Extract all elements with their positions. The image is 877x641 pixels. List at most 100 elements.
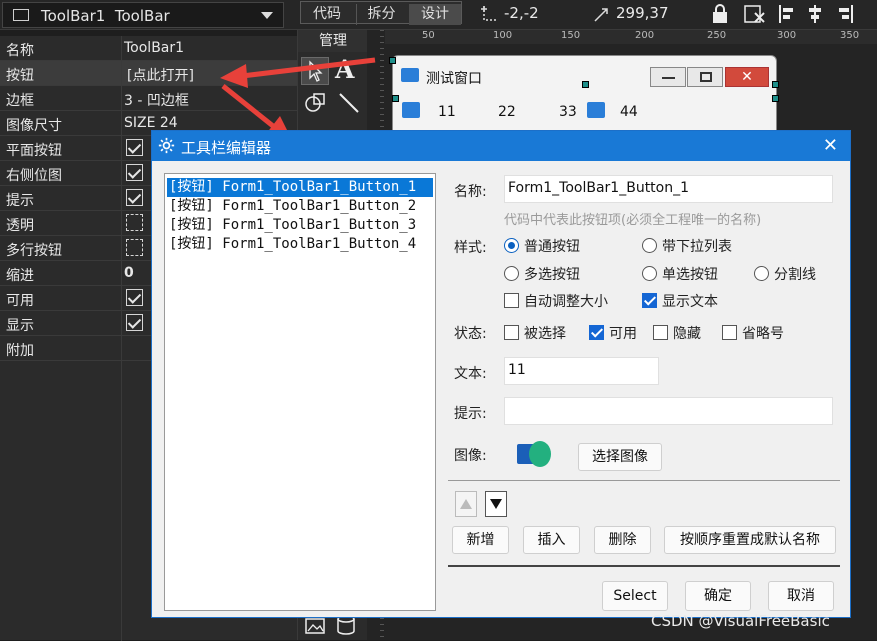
state-option-label: 被选择 [524, 326, 566, 342]
vfb-button-icon [402, 102, 420, 118]
text-input[interactable]: 11 [504, 357, 659, 385]
show-text-checkbox[interactable] [642, 293, 657, 308]
state-checked-checkbox[interactable] [504, 325, 519, 340]
prop-key: 右侧位图 [6, 168, 62, 184]
close-icon: ✕ [741, 69, 753, 85]
prop-value: 3 - 凹边框 [124, 93, 189, 109]
style-radio-separator[interactable] [754, 266, 769, 281]
move-down-button[interactable] [485, 491, 507, 517]
tab-design[interactable]: 设计 [409, 4, 461, 25]
state-hidden-checkbox[interactable] [653, 325, 668, 340]
resize-handle[interactable] [772, 81, 779, 88]
cancel-button[interactable]: 取消 [768, 581, 834, 611]
open-editor-link[interactable]: [点此打开] [127, 65, 194, 85]
reset-names-button[interactable]: 按顺序重置成默认名称 [664, 526, 836, 554]
chevron-down-icon [261, 12, 273, 19]
arrow-down-icon [490, 499, 502, 509]
size-icon [594, 8, 608, 22]
toolbar-control-icon [13, 9, 29, 21]
ruler-tick: 150 [561, 30, 581, 41]
ruler-tick: 350 [840, 30, 860, 41]
maximize-button[interactable] [687, 67, 723, 87]
prop-key: 图像尺寸 [6, 118, 62, 134]
position-icon [481, 6, 496, 21]
name-input[interactable]: Form1_ToolBar1_Button_1 [504, 175, 833, 203]
tab-split[interactable]: 拆分 [356, 4, 406, 25]
style-radio-normal[interactable] [504, 238, 519, 253]
vfb-button-icon [587, 102, 605, 118]
dialog-titlebar: 工具栏编辑器 ✕ [152, 131, 850, 161]
dialog-close-icon[interactable]: ✕ [823, 135, 838, 156]
state-enabled-checkbox[interactable] [589, 325, 604, 340]
close-button[interactable]: ✕ [725, 67, 769, 87]
style-option-label: 多选按钮 [524, 267, 580, 283]
resize-handle[interactable] [772, 95, 779, 102]
button-list[interactable]: [按钮] Form1_ToolBar1_Button_1 [按钮] Form1_… [164, 173, 436, 611]
auto-size-checkbox[interactable] [504, 293, 519, 308]
minimize-icon [662, 77, 675, 79]
style-radio-option[interactable] [642, 266, 657, 281]
style-option-label: 分割线 [774, 267, 816, 283]
object-type: ToolBar [114, 7, 170, 25]
align-left-icon[interactable] [778, 4, 796, 24]
arrow-up-icon [460, 499, 472, 509]
prop-key: 按钮 [6, 68, 34, 84]
prop-key: 缩进 [6, 268, 34, 284]
align-center-icon[interactable] [806, 4, 824, 24]
style-option-label: 普通按钮 [524, 239, 580, 255]
position-readout: -2,-2 [504, 4, 539, 22]
style-radio-check[interactable] [504, 266, 519, 281]
list-item[interactable]: [按钮] Form1_ToolBar1_Button_4 [167, 235, 433, 254]
prop-value: ToolBar1 [124, 40, 185, 56]
maximize-icon [700, 72, 712, 82]
multiline-checkbox[interactable] [126, 239, 143, 256]
visible-checkbox[interactable] [126, 314, 143, 331]
resize-handle[interactable] [582, 81, 589, 88]
image-tool-icon[interactable] [304, 616, 328, 636]
vfb-logo-icon [401, 68, 419, 82]
minimize-button[interactable] [650, 67, 686, 87]
object-selector[interactable]: ToolBar1 ToolBar [2, 2, 284, 28]
add-button[interactable]: 新增 [452, 526, 509, 554]
horizontal-ruler: 50 100 150 200 250 300 350 [385, 30, 877, 44]
list-item[interactable]: [按钮] Form1_ToolBar1_Button_2 [167, 197, 433, 216]
ruler-tick: 50 [422, 30, 435, 41]
right-bitmap-checkbox[interactable] [126, 164, 143, 181]
show-text-label: 显示文本 [662, 294, 718, 310]
style-radio-dropdown[interactable] [642, 238, 657, 253]
style-option-label: 带下拉列表 [662, 239, 732, 255]
ok-button[interactable]: 确定 [685, 581, 751, 611]
form-toolbar-button[interactable]: 22 [498, 104, 516, 120]
tab-code[interactable]: 代码 [301, 4, 353, 25]
transparent-checkbox[interactable] [126, 214, 143, 231]
select-button[interactable]: Select [602, 581, 668, 611]
state-option-label: 可用 [609, 326, 637, 342]
form-toolbar-button[interactable]: 11 [438, 104, 456, 120]
insert-button[interactable]: 插入 [523, 526, 580, 554]
prop-key: 附加 [6, 343, 34, 359]
form-toolbar-button[interactable]: 44 [620, 104, 638, 120]
flat-checkbox[interactable] [126, 139, 143, 156]
tooltip-checkbox[interactable] [126, 189, 143, 206]
align-right-icon[interactable] [836, 4, 854, 24]
gear-icon [158, 137, 175, 154]
prop-value: SIZE 24 [124, 115, 178, 131]
prop-key: 名称 [6, 43, 34, 59]
list-item[interactable]: [按钮] Form1_ToolBar1_Button_1 [167, 178, 433, 197]
form-toolbar-button[interactable]: 33 [559, 104, 577, 120]
watermark: CSDN @VisualFreeBasic [651, 612, 830, 630]
state-ellipsis-checkbox[interactable] [722, 325, 737, 340]
list-item[interactable]: [按钮] Form1_ToolBar1_Button_3 [167, 216, 433, 235]
view-mode-tabs: 代码 拆分 设计 [300, 1, 462, 25]
tip-input[interactable] [504, 397, 833, 425]
prop-key: 可用 [6, 293, 34, 309]
choose-image-button[interactable]: 选择图像 [578, 443, 662, 471]
delete-control-icon[interactable] [743, 3, 767, 25]
text-label: 文本: [454, 366, 487, 382]
enabled-checkbox[interactable] [126, 289, 143, 306]
prop-key: 平面按钮 [6, 143, 62, 159]
move-up-button[interactable] [455, 491, 477, 517]
lock-icon[interactable] [710, 3, 730, 25]
ruler-tick: 200 [635, 30, 655, 41]
delete-button[interactable]: 删除 [594, 526, 651, 554]
